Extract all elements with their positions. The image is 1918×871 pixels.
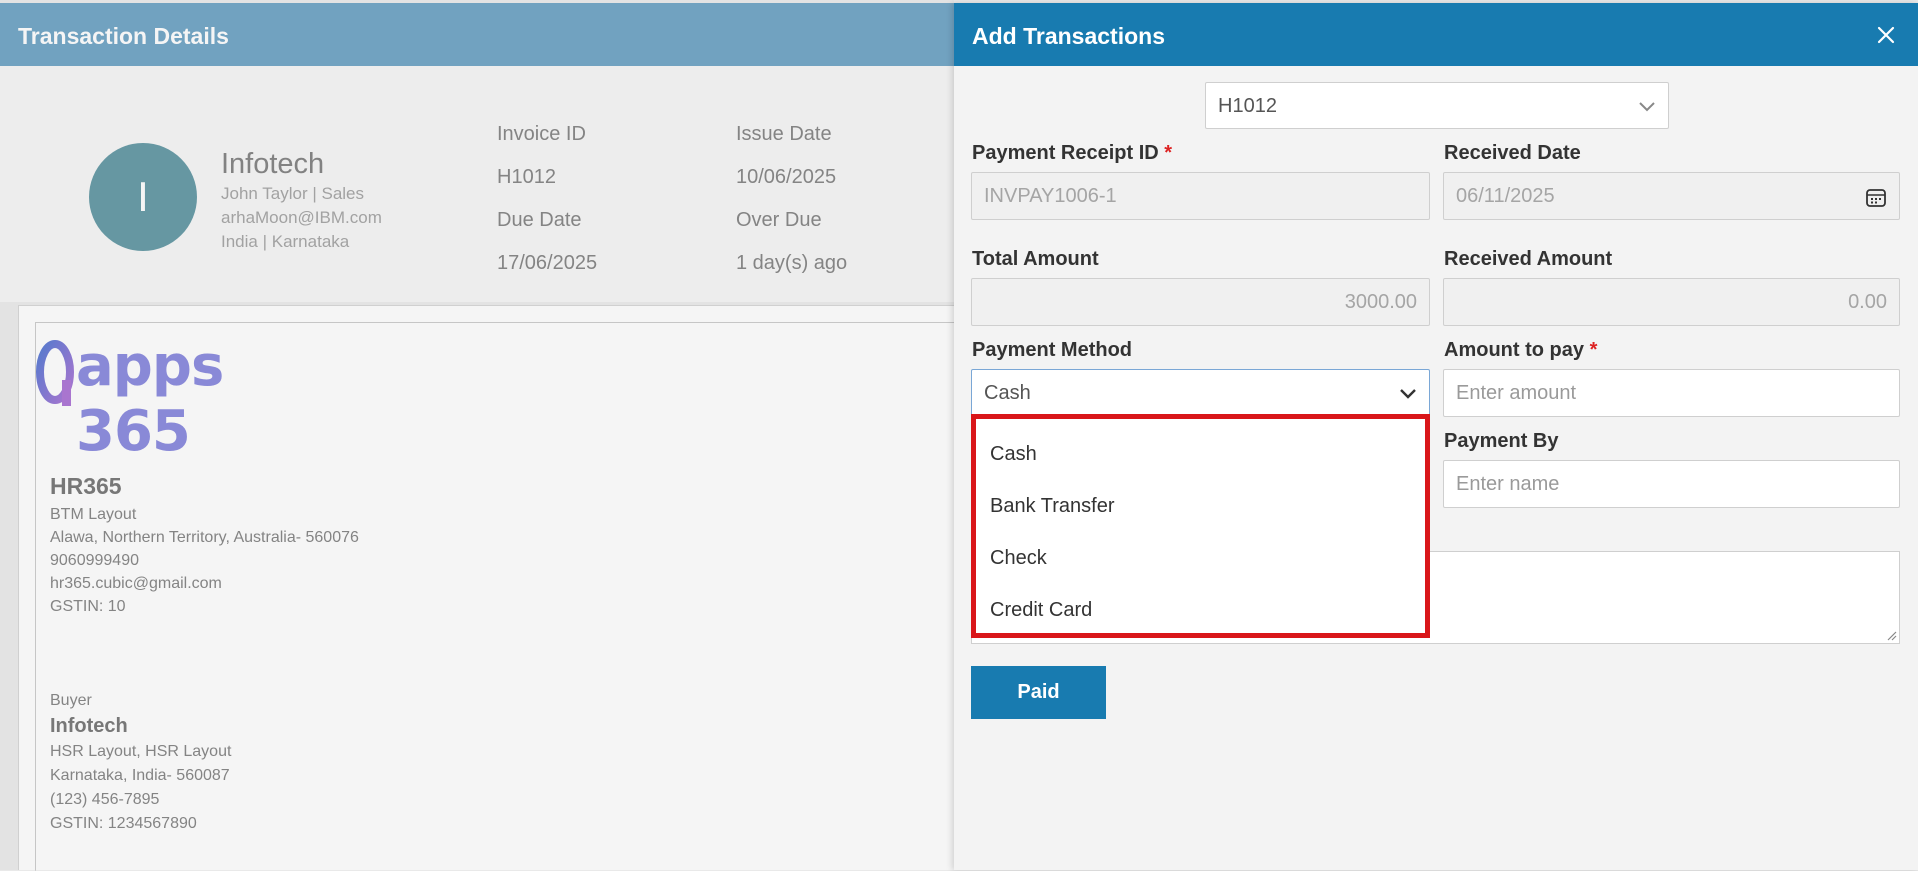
required-mark: * xyxy=(1589,339,1598,361)
dropdown-option-check[interactable]: Check xyxy=(990,547,1047,570)
amount-to-pay-placeholder: Enter amount xyxy=(1456,382,1577,404)
chevron-down-icon xyxy=(1400,389,1416,399)
received-date-value: 06/11/2025 xyxy=(1456,185,1555,207)
amount-to-pay-label: Amount to pay * xyxy=(1444,339,1598,361)
dropdown-option-cash[interactable]: Cash xyxy=(990,443,1037,466)
total-amount-field[interactable]: 3000.00 xyxy=(971,278,1430,326)
total-amount-label: Total Amount xyxy=(972,248,1099,270)
payment-receipt-id-field[interactable]: INVPAY1006-1 xyxy=(971,172,1430,220)
close-icon[interactable] xyxy=(1872,21,1900,49)
chevron-down-icon xyxy=(1639,102,1655,112)
payment-method-label: Payment Method xyxy=(972,339,1133,361)
received-amount-label: Received Amount xyxy=(1444,248,1613,270)
received-amount-field[interactable]: 0.00 xyxy=(1443,278,1900,326)
panel-title: Add Transactions xyxy=(972,23,1165,49)
invoice-select[interactable]: H1012 xyxy=(1205,82,1669,129)
payment-receipt-id-label: Payment Receipt ID * xyxy=(972,142,1173,164)
required-mark: * xyxy=(1164,142,1173,164)
amount-to-pay-input[interactable]: Enter amount xyxy=(1443,369,1900,417)
payment-method-select[interactable]: Cash xyxy=(971,369,1430,417)
payment-by-placeholder: Enter name xyxy=(1456,473,1560,495)
payment-method-dropdown: Cash Bank Transfer Check Credit Card xyxy=(971,414,1430,638)
resize-grip-icon[interactable] xyxy=(1885,629,1897,641)
modal-backdrop[interactable] xyxy=(0,0,954,870)
calendar-icon[interactable] xyxy=(1865,186,1887,208)
payment-by-input[interactable]: Enter name xyxy=(1443,460,1900,508)
invoice-select-value: H1012 xyxy=(1218,95,1277,117)
payment-method-value: Cash xyxy=(984,382,1031,404)
received-date-field[interactable]: 06/11/2025 xyxy=(1443,172,1900,220)
dropdown-option-credit-card[interactable]: Credit Card xyxy=(990,599,1092,622)
panel-header: Add Transactions xyxy=(954,3,1918,66)
add-transactions-panel: Add Transactions H1012 Payment Receipt I… xyxy=(954,3,1918,870)
dropdown-option-bank-transfer[interactable]: Bank Transfer xyxy=(990,495,1115,518)
received-date-label: Received Date xyxy=(1444,142,1581,164)
transaction-details-page: Transaction Details I Infotech John Tayl… xyxy=(0,0,955,871)
payment-by-label: Payment By xyxy=(1444,430,1559,452)
paid-button[interactable]: Paid xyxy=(971,666,1106,719)
